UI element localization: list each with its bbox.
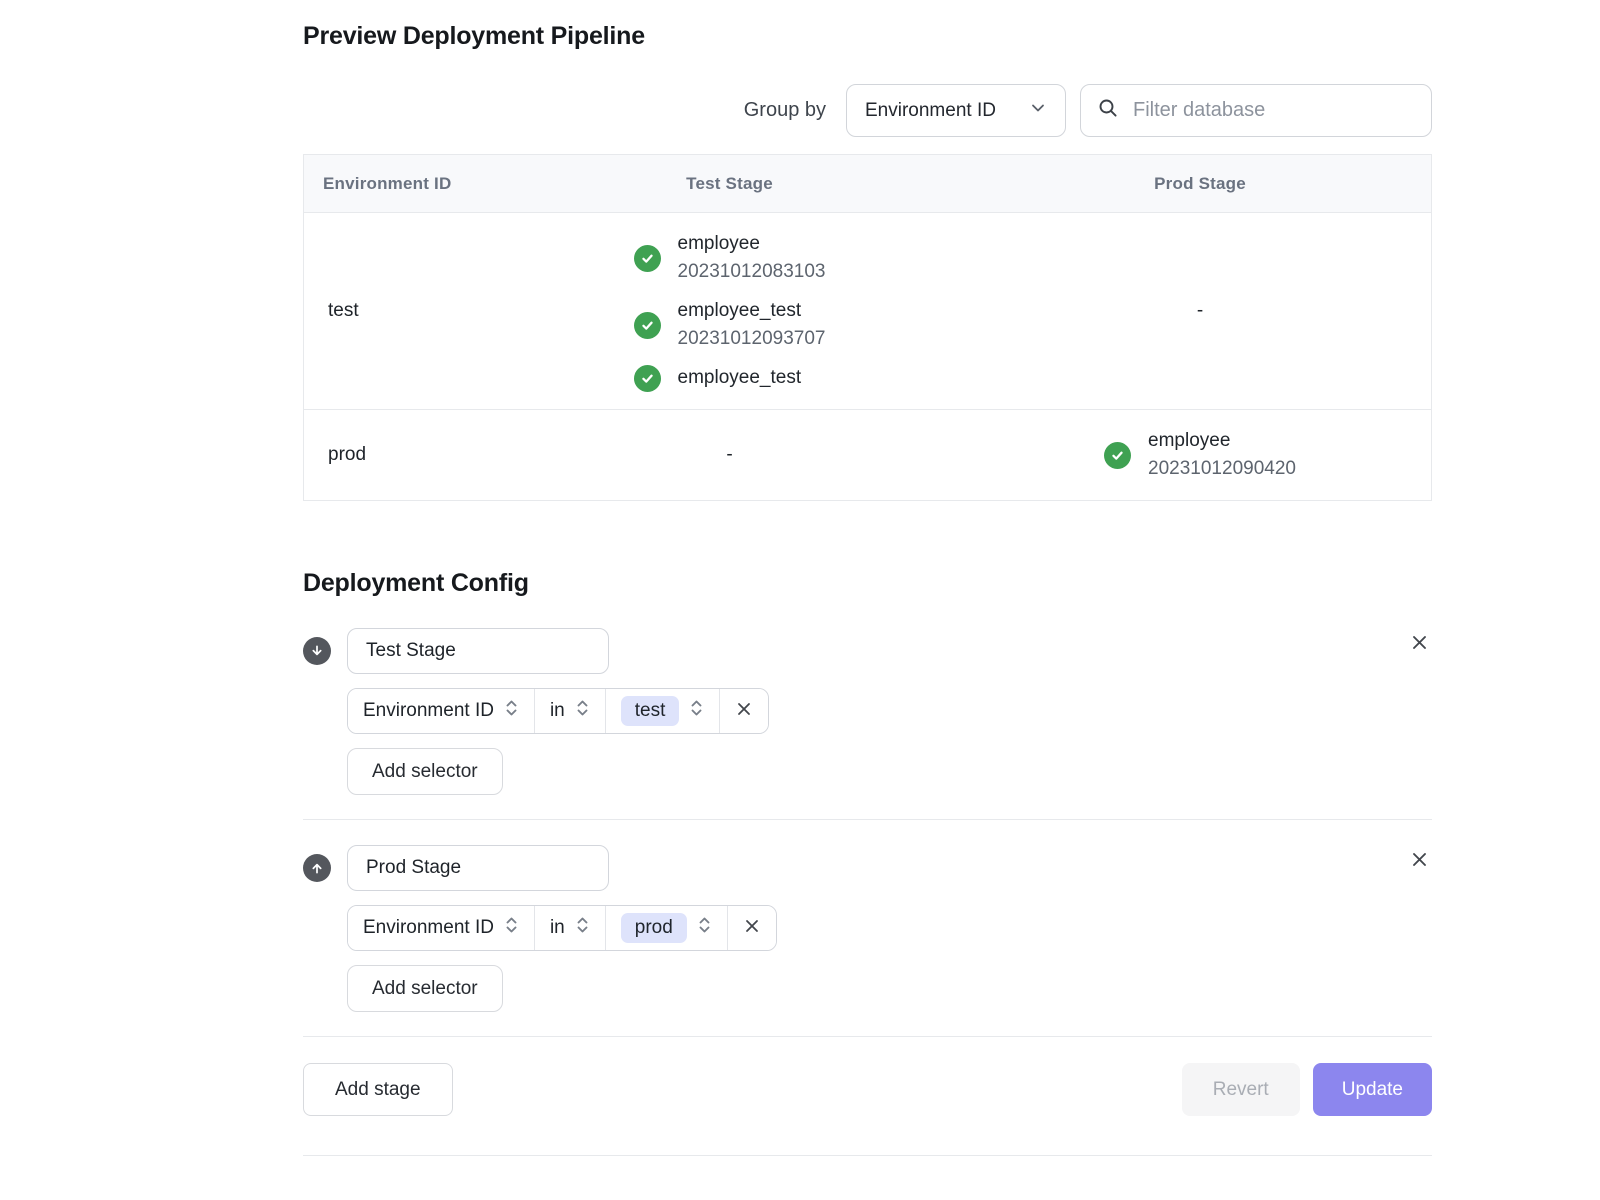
selector-value-pill: prod bbox=[621, 913, 687, 943]
prod-stage-cell: employee 20231012090420 bbox=[969, 427, 1431, 483]
page-title: Preview Deployment Pipeline bbox=[303, 22, 1432, 51]
add-selector-button[interactable]: Add selector bbox=[347, 965, 503, 1012]
selector-operator-value: in bbox=[550, 700, 565, 722]
selector-value-dropdown[interactable]: prod bbox=[605, 906, 727, 950]
success-check-icon bbox=[634, 365, 661, 392]
add-selector-button[interactable]: Add selector bbox=[347, 748, 503, 795]
deployment-timestamp: 20231012090420 bbox=[1148, 455, 1296, 483]
unfold-chevrons-icon bbox=[575, 915, 590, 941]
success-check-icon bbox=[1104, 442, 1131, 469]
table-row-test: test employee 20231012083103 bbox=[304, 213, 1431, 409]
database-name: employee bbox=[678, 230, 826, 258]
deployment-item: employee 20231012083103 bbox=[634, 230, 826, 286]
remove-selector-button[interactable] bbox=[719, 689, 768, 733]
pipeline-toolbar: Group by Environment ID bbox=[303, 84, 1432, 137]
filter-database-input[interactable] bbox=[1131, 98, 1415, 123]
stage-name-input[interactable] bbox=[347, 845, 609, 891]
close-icon bbox=[1409, 849, 1430, 873]
unfold-chevrons-icon bbox=[697, 915, 712, 941]
selector-segmented-control: Environment ID in prod bbox=[347, 905, 777, 951]
group-by-select[interactable]: Environment ID bbox=[846, 84, 1066, 137]
stage-block-prod: Environment ID in prod bbox=[303, 845, 1432, 1012]
success-check-icon bbox=[634, 245, 661, 272]
remove-stage-button[interactable] bbox=[1406, 631, 1432, 657]
stage-block-test: Environment ID in test bbox=[303, 628, 1432, 795]
revert-button[interactable]: Revert bbox=[1182, 1063, 1300, 1116]
arrow-down-circle-icon bbox=[303, 637, 331, 665]
deployment-item: employee_test 20231012093707 bbox=[634, 297, 826, 353]
environment-id-cell: prod bbox=[304, 444, 490, 466]
column-header-prod-stage: Prod Stage bbox=[969, 174, 1431, 194]
selector-key-value: Environment ID bbox=[363, 700, 494, 722]
deployment-config-title: Deployment Config bbox=[303, 569, 1432, 598]
add-stage-button[interactable]: Add stage bbox=[303, 1063, 453, 1116]
table-row-prod: prod - employee 20231012090420 bbox=[304, 409, 1431, 500]
selector-value-pill: test bbox=[621, 696, 680, 726]
selector-segmented-control: Environment ID in test bbox=[347, 688, 769, 734]
unfold-chevrons-icon bbox=[575, 698, 590, 724]
deployment-item-text: employee_test bbox=[678, 364, 802, 392]
selector-operator-value: in bbox=[550, 917, 565, 939]
bottom-divider bbox=[303, 1155, 1432, 1156]
remove-selector-button[interactable] bbox=[727, 906, 776, 950]
success-check-icon bbox=[634, 312, 661, 339]
update-button[interactable]: Update bbox=[1313, 1063, 1432, 1116]
deployment-timestamp: 20231012093707 bbox=[678, 325, 826, 353]
filter-database-field bbox=[1080, 84, 1432, 137]
arrow-up-circle-icon bbox=[303, 854, 331, 882]
pipeline-table: Environment ID Test Stage Prod Stage tes… bbox=[303, 154, 1432, 501]
footer-actions: Add stage Revert Update bbox=[303, 1063, 1432, 1116]
prod-stage-cell-empty: - bbox=[969, 300, 1431, 322]
database-name: employee_test bbox=[678, 364, 802, 392]
stage-body: Environment ID in test bbox=[347, 628, 769, 795]
deployment-timestamp: 20231012083103 bbox=[678, 258, 826, 286]
selector-row: Environment ID in prod bbox=[347, 905, 777, 951]
group-by-selected-value: Environment ID bbox=[865, 100, 996, 122]
stage-name-input[interactable] bbox=[347, 628, 609, 674]
test-stage-cell: employee 20231012083103 employee_test 20… bbox=[490, 230, 969, 392]
close-icon bbox=[1409, 632, 1430, 656]
unfold-chevrons-icon bbox=[504, 698, 519, 724]
deployment-item-text: employee 20231012083103 bbox=[678, 230, 826, 286]
selector-key-dropdown[interactable]: Environment ID bbox=[348, 906, 534, 950]
stage-body: Environment ID in prod bbox=[347, 845, 777, 1012]
deployment-item-text: employee 20231012090420 bbox=[1148, 427, 1296, 483]
deployment-item: employee 20231012090420 bbox=[1104, 427, 1296, 483]
selector-operator-dropdown[interactable]: in bbox=[534, 906, 605, 950]
selector-key-dropdown[interactable]: Environment ID bbox=[348, 689, 534, 733]
unfold-chevrons-icon bbox=[689, 698, 704, 724]
deployment-item-text: employee_test 20231012093707 bbox=[678, 297, 826, 353]
deployment-items: employee 20231012083103 employee_test 20… bbox=[634, 230, 826, 392]
selector-operator-dropdown[interactable]: in bbox=[534, 689, 605, 733]
selector-value-dropdown[interactable]: test bbox=[605, 689, 720, 733]
column-header-test-stage: Test Stage bbox=[490, 174, 969, 194]
close-icon bbox=[743, 917, 761, 940]
footer-right-actions: Revert Update bbox=[1182, 1063, 1432, 1116]
footer-divider bbox=[303, 1036, 1432, 1037]
selector-row: Environment ID in test bbox=[347, 688, 769, 734]
search-icon bbox=[1097, 97, 1119, 124]
database-name: employee bbox=[1148, 427, 1296, 455]
selector-key-value: Environment ID bbox=[363, 917, 494, 939]
pipeline-table-header: Environment ID Test Stage Prod Stage bbox=[304, 155, 1431, 213]
database-name: employee_test bbox=[678, 297, 826, 325]
test-stage-cell-empty: - bbox=[490, 444, 969, 466]
deployment-items: employee 20231012090420 bbox=[1104, 427, 1296, 483]
stage-divider bbox=[303, 819, 1432, 820]
main-content: Preview Deployment Pipeline Group by Env… bbox=[303, 0, 1432, 1156]
close-icon bbox=[735, 700, 753, 723]
unfold-chevrons-icon bbox=[504, 915, 519, 941]
group-by-label: Group by bbox=[744, 99, 826, 122]
chevron-down-icon bbox=[1029, 99, 1047, 122]
column-header-environment-id: Environment ID bbox=[304, 174, 490, 194]
environment-id-cell: test bbox=[304, 300, 490, 322]
remove-stage-button[interactable] bbox=[1406, 848, 1432, 874]
deployment-item: employee_test bbox=[634, 364, 826, 392]
